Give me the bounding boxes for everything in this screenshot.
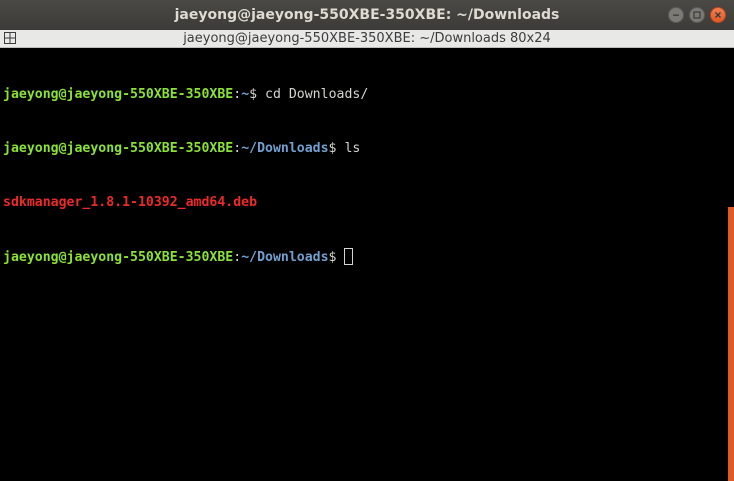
prompt-user: jaeyong@jaeyong-550XBE-350XBE — [3, 87, 234, 102]
title-bar[interactable]: jaeyong@jaeyong-550XBE-350XBE: ~/Downloa… — [0, 0, 734, 30]
maximize-icon — [693, 11, 701, 19]
prompt-path: ~ — [241, 87, 250, 102]
prompt-path: ~/Downloads — [241, 250, 329, 265]
ls-output-deb-file: sdkmanager_1.8.1-10392_amd64.deb — [3, 195, 258, 210]
window-title: jaeyong@jaeyong-550XBE-350XBE: ~/Downloa… — [174, 7, 560, 23]
prompt-separator: : — [233, 87, 242, 102]
scrollbar-thumb[interactable] — [728, 207, 734, 481]
prompt-user: jaeyong@jaeyong-550XBE-350XBE — [3, 250, 234, 265]
minimize-icon — [673, 14, 679, 16]
prompt-user: jaeyong@jaeyong-550XBE-350XBE — [3, 141, 234, 156]
close-button[interactable] — [710, 7, 726, 23]
tab-bar[interactable]: jaeyong@jaeyong-550XBE-350XBE: ~/Downloa… — [0, 30, 734, 48]
terminal-output[interactable]: jaeyong@jaeyong-550XBE-350XBE:~$ cd Down… — [0, 48, 728, 481]
tab-label: jaeyong@jaeyong-550XBE-350XBE: ~/Downloa… — [183, 31, 551, 46]
minimize-button[interactable] — [668, 7, 684, 23]
prompt-separator: : — [233, 250, 242, 265]
prompt-symbol: $ — [249, 87, 266, 102]
terminal-line: jaeyong@jaeyong-550XBE-350XBE:~/Download… — [3, 140, 728, 158]
prompt-separator: : — [233, 141, 242, 156]
terminal-tab-icon[interactable] — [4, 32, 16, 44]
window-controls — [668, 7, 726, 23]
text-cursor — [344, 248, 354, 265]
terminal-line: jaeyong@jaeyong-550XBE-350XBE:~/Download… — [3, 248, 728, 266]
terminal-line: jaeyong@jaeyong-550XBE-350XBE:~$ cd Down… — [3, 86, 728, 104]
close-icon — [715, 12, 721, 18]
terminal-window: jaeyong@jaeyong-550XBE-350XBE: ~/Downloa… — [0, 0, 734, 481]
prompt-symbol: $ — [328, 141, 345, 156]
maximize-button[interactable] — [689, 7, 705, 23]
terminal-line: sdkmanager_1.8.1-10392_amd64.deb — [3, 194, 728, 212]
command-text: ls — [344, 141, 361, 156]
prompt-path: ~/Downloads — [241, 141, 329, 156]
prompt-symbol: $ — [328, 250, 345, 265]
command-text: cd Downloads/ — [265, 87, 369, 102]
